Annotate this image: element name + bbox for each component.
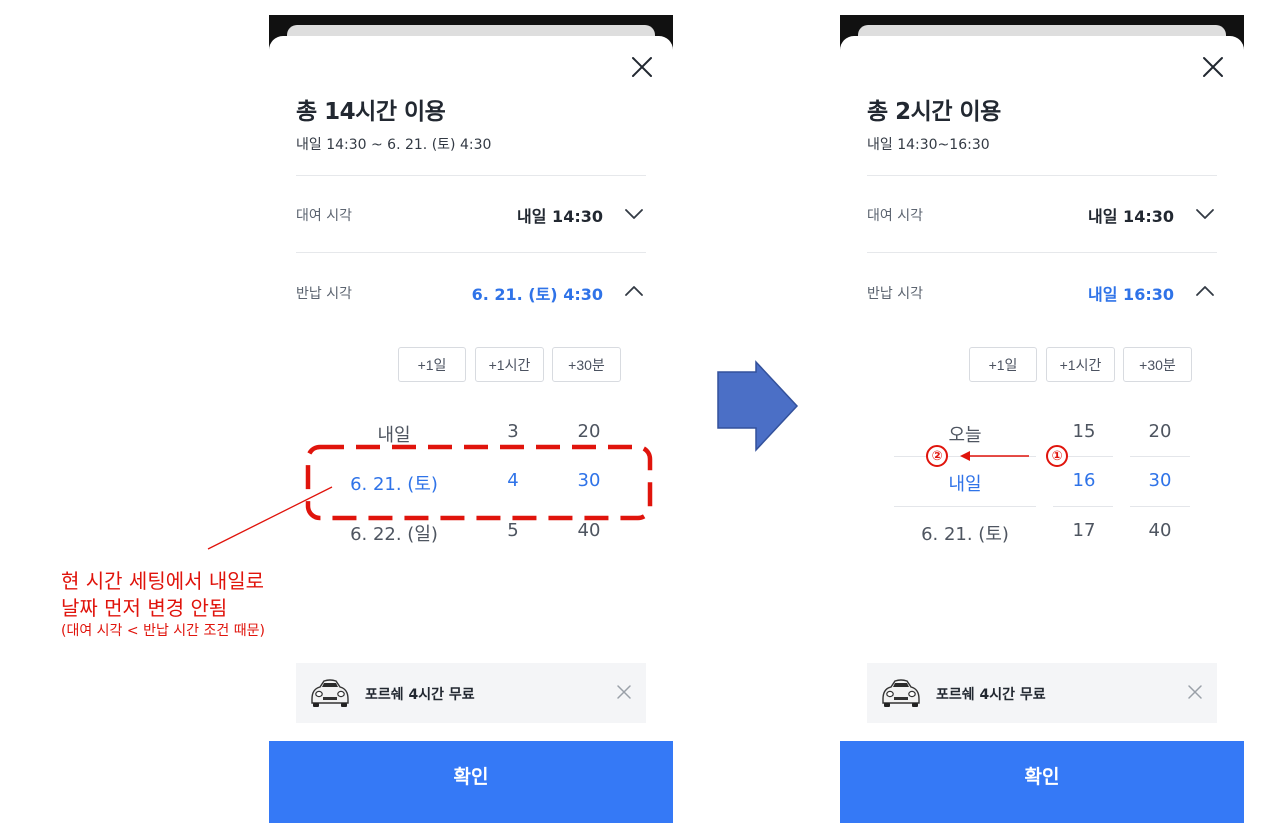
- annotation-note-line-3: (대여 시각 < 반납 시간 조건 때문): [61, 623, 265, 639]
- divider: [867, 252, 1217, 253]
- picker-minute-option[interactable]: 40: [559, 520, 619, 541]
- car-icon: [882, 679, 920, 707]
- picker-date-option[interactable]: 내일: [334, 421, 454, 447]
- add-1-day-button[interactable]: +1일: [398, 347, 466, 382]
- picker-date-option[interactable]: 오늘: [905, 421, 1025, 447]
- annotation-note-line-1: 현 시간 세팅에서 내일로: [61, 569, 265, 593]
- divider: [867, 175, 1217, 176]
- confirm-button[interactable]: 확인: [840, 741, 1244, 823]
- add-30-min-button[interactable]: +30분: [552, 347, 621, 382]
- usage-duration-title: 총 2시간 이용: [867, 99, 1001, 125]
- rental-time-label: 대여 시각: [867, 208, 923, 224]
- transition-arrow-icon: [717, 360, 799, 452]
- chevron-up-icon[interactable]: [624, 284, 644, 298]
- add-1-day-button[interactable]: +1일: [969, 347, 1037, 382]
- chevron-down-icon[interactable]: [624, 207, 644, 221]
- time-picker-sheet: 총 2시간 이용 내일 14:30~16:30 대여 시각 내일 14:30 반…: [840, 36, 1244, 823]
- phone-screen-after: 총 2시간 이용 내일 14:30~16:30 대여 시각 내일 14:30 반…: [840, 15, 1244, 823]
- promo-text: 포르쉐 4시간 무료: [936, 687, 1046, 703]
- chevron-up-icon[interactable]: [1195, 284, 1215, 298]
- chevron-down-icon[interactable]: [1195, 207, 1215, 221]
- usage-period-text: 내일 14:30 ~ 6. 21. (토) 4:30: [296, 137, 492, 153]
- picker-selection-line: [894, 456, 1036, 457]
- picker-date-selected[interactable]: 6. 21. (토): [334, 470, 454, 496]
- rental-time-value: 내일 14:30: [1088, 207, 1174, 226]
- picker-hour-option[interactable]: 17: [1054, 520, 1114, 541]
- picker-selection-line: [894, 506, 1036, 507]
- step-2-marker: ②: [926, 445, 948, 467]
- picker-minute-selected[interactable]: 30: [559, 470, 619, 491]
- close-icon[interactable]: [616, 684, 632, 700]
- picker-minute-option[interactable]: 20: [559, 421, 619, 442]
- add-30-min-button[interactable]: +30분: [1123, 347, 1192, 382]
- close-icon[interactable]: [1187, 684, 1203, 700]
- add-1-hour-button[interactable]: +1시간: [475, 347, 544, 382]
- close-icon[interactable]: [629, 54, 655, 80]
- comparison-canvas: 총 14시간 이용 내일 14:30 ~ 6. 21. (토) 4:30 대여 …: [0, 0, 1280, 823]
- usage-period-text: 내일 14:30~16:30: [867, 137, 990, 153]
- picker-hour-selected[interactable]: 4: [483, 470, 543, 491]
- promo-banner[interactable]: 포르쉐 4시간 무료: [296, 663, 646, 723]
- picker-hour-option[interactable]: 15: [1054, 421, 1114, 442]
- divider: [296, 175, 646, 176]
- picker-date-option[interactable]: 6. 22. (일): [334, 520, 454, 546]
- picker-minute-selected[interactable]: 30: [1130, 470, 1190, 491]
- divider: [296, 252, 646, 253]
- picker-selection-line: [1053, 506, 1113, 507]
- picker-selection-line: [1130, 506, 1190, 507]
- picker-date-selected[interactable]: 내일: [905, 470, 1025, 496]
- return-time-label: 반납 시각: [296, 286, 352, 302]
- rental-time-value: 내일 14:30: [517, 207, 603, 226]
- step-1-marker: ①: [1046, 445, 1068, 467]
- picker-selection-line: [1130, 456, 1190, 457]
- confirm-button[interactable]: 확인: [269, 741, 673, 823]
- usage-duration-title: 총 14시간 이용: [296, 99, 446, 125]
- picker-hour-selected[interactable]: 16: [1054, 470, 1114, 491]
- close-icon[interactable]: [1200, 54, 1226, 80]
- rental-time-label: 대여 시각: [296, 208, 352, 224]
- promo-text: 포르쉐 4시간 무료: [365, 687, 475, 703]
- time-picker-sheet: 총 14시간 이용 내일 14:30 ~ 6. 21. (토) 4:30 대여 …: [269, 36, 673, 823]
- car-icon: [311, 679, 349, 707]
- return-time-label: 반납 시각: [867, 286, 923, 302]
- annotation-note-line-2: 날짜 먼저 변경 안됨: [61, 596, 228, 620]
- picker-hour-option[interactable]: 3: [483, 421, 543, 442]
- phone-screen-before: 총 14시간 이용 내일 14:30 ~ 6. 21. (토) 4:30 대여 …: [269, 15, 673, 823]
- return-time-value: 6. 21. (토) 4:30: [471, 285, 603, 304]
- picker-hour-option[interactable]: 5: [483, 520, 543, 541]
- add-1-hour-button[interactable]: +1시간: [1046, 347, 1115, 382]
- picker-date-option[interactable]: 6. 21. (토): [905, 520, 1025, 546]
- return-time-value: 내일 16:30: [1088, 285, 1174, 304]
- promo-banner[interactable]: 포르쉐 4시간 무료: [867, 663, 1217, 723]
- picker-minute-option[interactable]: 40: [1130, 520, 1190, 541]
- picker-minute-option[interactable]: 20: [1130, 421, 1190, 442]
